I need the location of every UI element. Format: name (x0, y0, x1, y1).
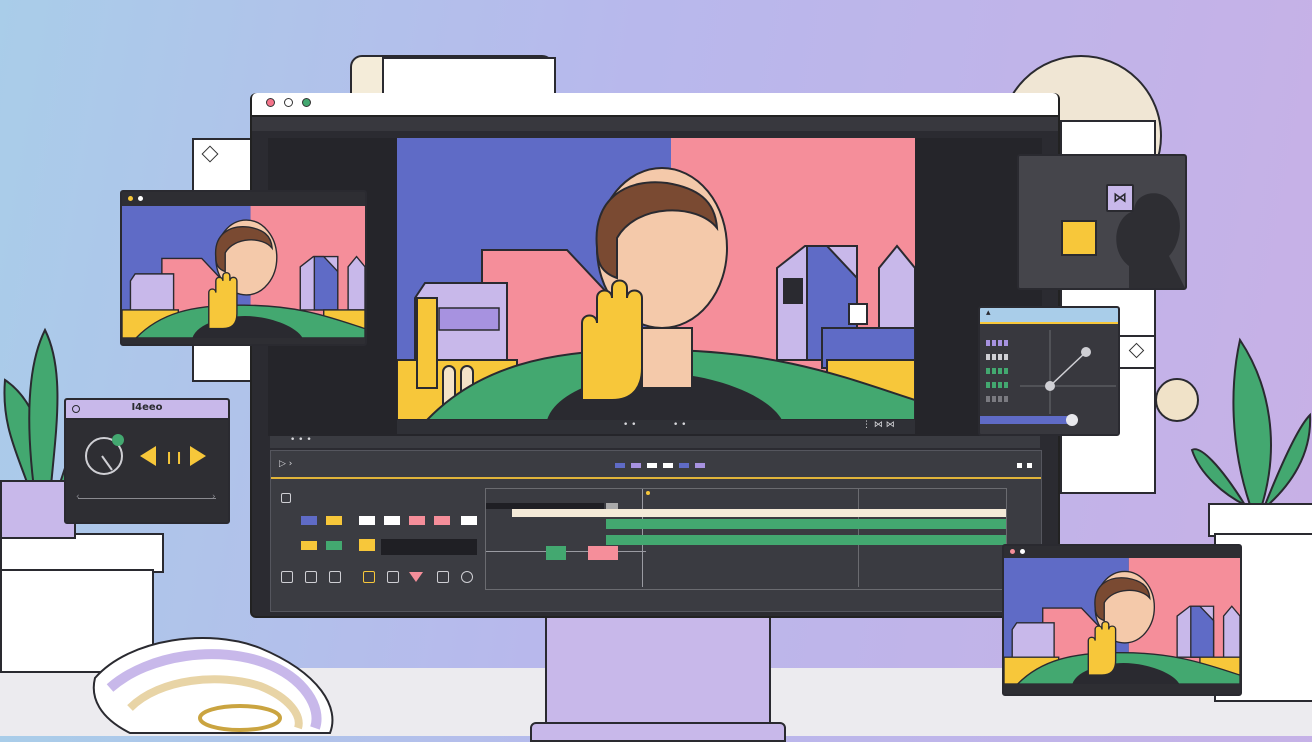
clip-green[interactable] (546, 546, 566, 560)
marker-icon[interactable] (363, 571, 375, 583)
level-row[interactable] (986, 340, 1008, 346)
diamond-icon (1128, 342, 1145, 359)
track-color-chip[interactable] (679, 463, 689, 468)
info-icon[interactable] (461, 571, 473, 583)
monitor-menubar (252, 117, 1058, 131)
window-dot[interactable] (138, 196, 143, 201)
pause-icon[interactable]: ❙❙ (164, 450, 184, 464)
viewer-dots: • • (623, 420, 637, 430)
viewer-footer: • • • (270, 435, 1040, 448)
floating-preview-titlebar (122, 192, 365, 206)
app-panel[interactable]: ⋈ (1017, 154, 1187, 290)
floating-preview-titlebar (1004, 546, 1240, 558)
timeline[interactable] (485, 488, 1007, 590)
arrow-left-icon: ‹ (76, 492, 80, 502)
maximize-window-button[interactable] (302, 98, 311, 107)
clip-name-field[interactable] (381, 539, 477, 555)
playhead-marker[interactable] (646, 491, 650, 495)
flame-icon: ▴ (986, 308, 991, 318)
slider-thumb[interactable] (1066, 414, 1078, 426)
arrow-right-icon: › (212, 492, 216, 502)
media-widget-title: I4eeo (131, 402, 163, 413)
window-dot[interactable] (1010, 549, 1015, 554)
rotate-icon[interactable] (80, 430, 130, 480)
razor-icon[interactable] (437, 571, 449, 583)
adjustment-panel[interactable]: ▴ (978, 306, 1120, 436)
film-strip (92, 637, 334, 734)
mug-icon (1061, 220, 1097, 256)
level-row[interactable] (986, 396, 1008, 402)
level-row[interactable] (986, 382, 1008, 388)
track-color-chip[interactable] (631, 463, 641, 468)
track-color-chip[interactable] (647, 463, 657, 468)
clip-swatch[interactable] (301, 516, 317, 525)
window-chip[interactable] (1017, 463, 1022, 468)
scrub-line[interactable] (78, 498, 216, 499)
preview-frame (397, 138, 915, 420)
clip-pink[interactable] (588, 546, 618, 560)
clip-swatch[interactable] (409, 516, 425, 525)
track-color-chip[interactable] (615, 463, 625, 468)
window-chip[interactable] (1027, 463, 1032, 468)
clip-swatch[interactable] (384, 516, 400, 525)
editor-toolbar: ▷ › (271, 451, 1041, 479)
track-color-chip[interactable] (663, 463, 673, 468)
floating-preview-right[interactable] (1002, 544, 1242, 696)
clip-swatch[interactable] (461, 516, 477, 525)
preview-thumbnail (1004, 558, 1240, 685)
viewer-dots: • • (673, 420, 687, 430)
silhouette-shape (1116, 193, 1185, 288)
play-icon[interactable]: ▷ › (279, 459, 292, 469)
minimize-window-button[interactable] (284, 98, 293, 107)
media-widget-titlebar: I4eeo (66, 400, 228, 420)
level-row[interactable] (986, 368, 1008, 374)
track-divider (486, 551, 646, 552)
window-dot[interactable] (128, 196, 133, 201)
slice-icon[interactable] (329, 571, 341, 583)
adjustment-titlebar: ▴ (980, 308, 1118, 324)
clip-swatch[interactable] (359, 516, 375, 525)
cut-icon[interactable] (305, 571, 317, 583)
clip-swatch[interactable] (301, 541, 317, 550)
plant-right (1190, 337, 1312, 508)
diamond-icon (201, 145, 219, 163)
media-widget[interactable]: I4eeo ❙❙ ‹ › (64, 398, 230, 524)
planter-rim-left (0, 533, 164, 573)
close-window-button[interactable] (266, 98, 275, 107)
clip-audio-2[interactable] (606, 535, 1006, 545)
previous-icon[interactable] (140, 446, 156, 466)
track-color-chip[interactable] (695, 463, 705, 468)
level-row[interactable] (986, 354, 1008, 360)
planter-rim-right (1208, 503, 1312, 537)
folder-icon[interactable] (359, 539, 375, 551)
monitor-stand-base (530, 722, 786, 742)
trim-icon[interactable] (281, 571, 293, 583)
value-slider[interactable] (980, 416, 1074, 424)
window-dot[interactable] (1020, 549, 1025, 554)
pin-icon[interactable] (387, 571, 399, 583)
keyframe-icon[interactable] (409, 572, 423, 582)
monitor-stand (545, 615, 771, 727)
monitor-titlebar (252, 93, 1058, 117)
bowtie-icon[interactable]: ⋈ (1106, 184, 1134, 212)
clip-video[interactable] (512, 509, 1006, 517)
next-icon[interactable] (190, 446, 206, 466)
viewer-controls: • • • • ⋮ ⋈ ⋈ (397, 420, 915, 434)
background-card-small (1118, 335, 1156, 369)
clip-swatch[interactable] (326, 541, 342, 550)
clip-swatch[interactable] (326, 516, 342, 525)
clip-swatch[interactable] (434, 516, 450, 525)
preview-thumbnail (122, 206, 365, 339)
viewer-transport-icons[interactable]: ⋮ ⋈ ⋈ (862, 420, 895, 430)
select-icon[interactable] (281, 493, 291, 503)
level-rows (986, 340, 1008, 402)
clip-audio-1[interactable] (606, 519, 1006, 529)
viewer-footer-dots: • • • (290, 435, 312, 445)
curve-graph[interactable] (1020, 330, 1116, 414)
floating-preview-left[interactable] (120, 190, 367, 346)
